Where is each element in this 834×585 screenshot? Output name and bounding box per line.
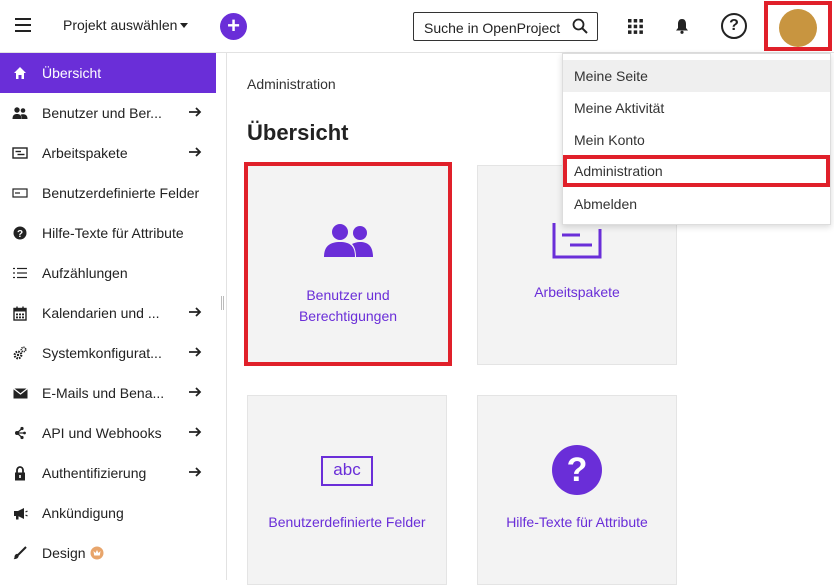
sidebar-item-announcement[interactable]: Ankündigung [0,493,216,533]
mail-icon [12,385,28,401]
help-circle-icon: ? [552,445,602,495]
sidebar-item-label: Übersicht [42,65,102,81]
sidebar-item-design[interactable]: Design [0,533,216,573]
arrow-right-icon[interactable] [188,105,202,119]
search-placeholder: Suche in OpenProject [424,20,561,36]
sidebar-item-label: Ankündigung [42,505,124,521]
tile-users-permissions[interactable]: Benutzer und Berechtigungen [244,162,452,366]
sidebar-item-system-settings[interactable]: Systemkonfigurat... [0,333,216,373]
notifications-bell-icon[interactable] [675,18,689,34]
custom-fields-icon [12,185,28,201]
menu-item-logout[interactable]: Abmelden [563,188,830,220]
help-circle-icon: ? [12,225,28,241]
sidebar-item-emails[interactable]: E-Mails und Bena... [0,373,216,413]
sidebar-item-label: Aufzählungen [42,265,128,281]
breadcrumb[interactable]: Administration [247,76,336,92]
arrow-right-icon[interactable] [188,145,202,159]
search-icon[interactable] [572,18,588,34]
sidebar-item-label: Benutzerdefinierte Felder [42,185,200,201]
tile-label: Berechtigungen [298,308,398,324]
tile-label: Benutzer und [306,287,390,303]
sidebar-item-label: Systemkonfigurat... [42,345,162,361]
enumerations-icon [12,265,28,281]
sidebar-item-label: Design [42,545,86,561]
tile-custom-fields[interactable]: abc Benutzerdefinierte Felder [247,395,447,585]
home-icon [12,65,28,81]
work-packages-icon [12,145,28,161]
sidebar-item-work-packages[interactable]: Arbeitspakete [0,133,216,173]
arrow-right-icon[interactable] [188,385,202,399]
project-selector-label: Projekt auswählen [63,17,178,33]
sidebar-item-custom-fields[interactable]: Benutzerdefinierte Felder [0,173,216,213]
brush-icon [12,545,28,561]
arrow-right-icon[interactable] [188,425,202,439]
lock-icon [12,465,28,481]
api-icon [12,425,28,441]
caret-down-icon [180,23,189,28]
work-packages-icon [552,223,602,259]
custom-fields-icon: abc [321,456,373,486]
page-title: Übersicht [247,120,349,145]
megaphone-icon [12,505,28,521]
sidebar-item-label: API und Webhooks [42,425,162,441]
sidebar-item-label: Authentifizierung [42,465,147,481]
modules-grid-icon[interactable] [628,19,643,34]
arrow-right-icon[interactable] [188,345,202,359]
sidebar-divider [226,53,227,580]
menu-icon[interactable] [15,18,31,32]
sidebar-item-label: Hilfe-Texte für Attribute [42,225,184,241]
arrow-right-icon[interactable] [188,465,202,479]
sidebar-item-label: Kalendarien und ... [42,305,160,321]
tile-label: Benutzerdefinierte Felder [268,514,426,530]
help-icon[interactable]: ? [721,13,747,39]
avatar[interactable] [779,9,817,47]
search-input[interactable]: Suche in OpenProject [413,12,598,41]
calendar-icon [12,305,28,321]
sidebar-item-label: E-Mails und Bena... [42,385,165,401]
create-button[interactable]: + [220,13,247,40]
project-selector[interactable]: Projekt auswählen [63,17,189,33]
svg-text:?: ? [17,229,23,240]
menu-item-my-activity[interactable]: Meine Aktivität [563,92,830,124]
user-menu-dropdown: Meine Seite Meine Aktivität Mein Konto A… [562,53,831,225]
sidebar-item-calendars[interactable]: Kalendarien und ... [0,293,216,333]
sidebar-item-help-texts[interactable]: ? Hilfe-Texte für Attribute [0,213,216,253]
sidebar-item-overview[interactable]: Übersicht [0,53,216,93]
sidebar-item-label: Arbeitspakete [42,145,128,161]
users-icon [324,224,373,257]
tile-label: Hilfe-Texte für Attribute [506,514,648,530]
settings-icon [12,345,28,361]
admin-sidebar: Übersicht Benutzer und Ber... Arbeitspak… [0,53,216,580]
menu-item-my-account[interactable]: Mein Konto [563,124,830,156]
tile-help-texts[interactable]: ? Hilfe-Texte für Attribute [477,395,677,585]
tile-label: Arbeitspakete [534,284,620,300]
sidebar-resize-handle[interactable] [221,296,224,310]
top-header: Projekt auswählen + Suche in OpenProject… [0,0,834,53]
sidebar-item-enumerations[interactable]: Aufzählungen [0,253,216,293]
menu-item-administration[interactable]: Administration [563,155,830,187]
users-icon [12,105,28,121]
menu-item-my-page[interactable]: Meine Seite [563,60,830,92]
sidebar-item-api-webhooks[interactable]: API und Webhooks [0,413,216,453]
sidebar-item-label: Benutzer und Ber... [42,105,162,121]
avatar-highlight [764,1,832,51]
enterprise-badge-icon [90,546,104,560]
arrow-right-icon[interactable] [188,305,202,319]
sidebar-item-authentication[interactable]: Authentifizierung [0,453,216,493]
sidebar-item-users[interactable]: Benutzer und Ber... [0,93,216,133]
